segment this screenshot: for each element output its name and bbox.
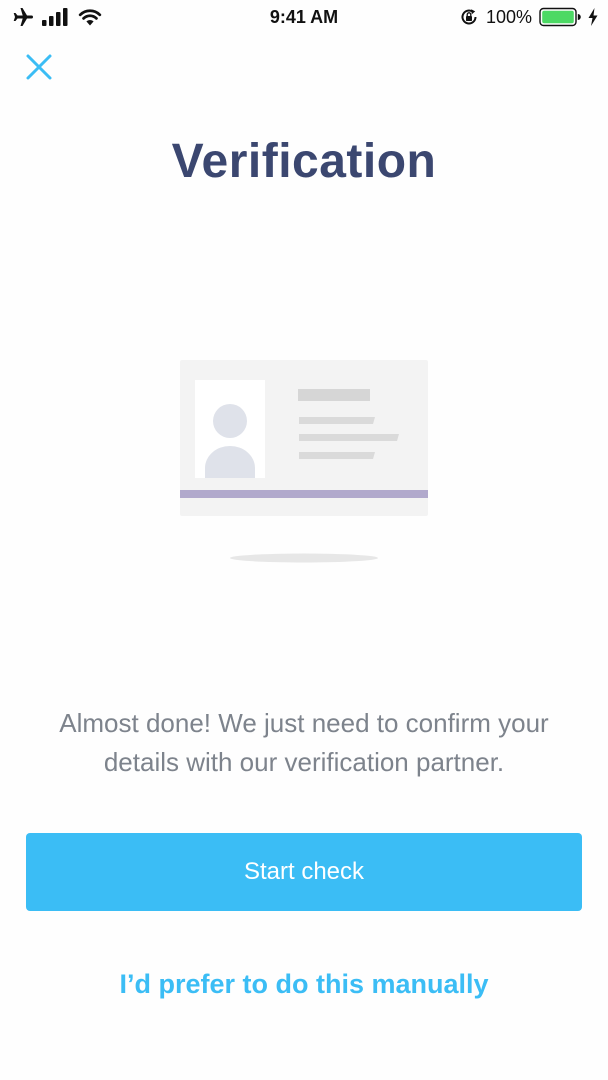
close-button[interactable] (22, 50, 56, 84)
status-bar-right: 100% (459, 6, 598, 28)
start-check-button[interactable]: Start check (26, 833, 582, 911)
close-icon (26, 54, 52, 80)
status-bar: 9:41 AM 100% (0, 0, 608, 34)
manual-verification-link[interactable]: I’d prefer to do this manually (0, 964, 608, 1004)
page-title: Verification (171, 135, 437, 188)
id-card-illustration (180, 360, 428, 563)
description-text: Almost done! We just need to confirm you… (59, 708, 549, 777)
battery-icon (539, 7, 581, 27)
battery-percentage: 100% (485, 7, 532, 27)
orientation-lock-icon (461, 9, 477, 25)
charging-icon (588, 8, 598, 26)
